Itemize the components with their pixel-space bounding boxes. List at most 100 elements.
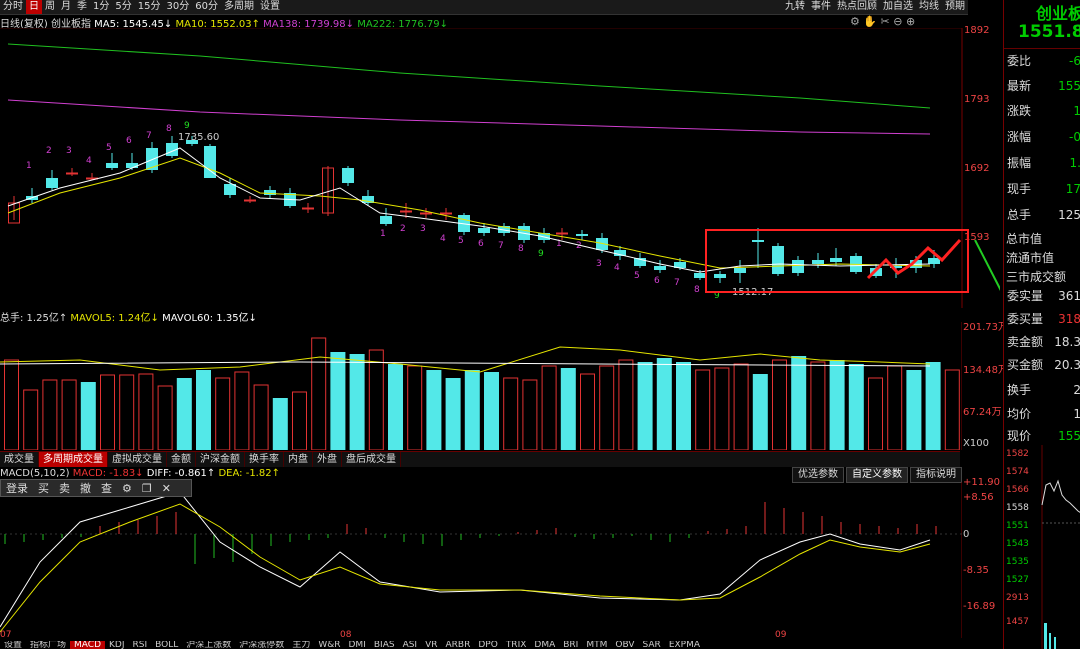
btn-moving-average[interactable]: 均线 bbox=[916, 0, 942, 14]
candle-body bbox=[654, 266, 666, 270]
macd-histogram bbox=[4, 502, 937, 564]
macd-axis-856: +8.56 bbox=[963, 492, 994, 503]
mini-axis: 1582 1574 1566 1558 1551 1543 1535 1527 … bbox=[1006, 449, 1029, 627]
vtab-volume[interactable]: 成交量 bbox=[0, 452, 39, 467]
candle-body bbox=[146, 148, 158, 170]
login-button[interactable]: 登录 bbox=[1, 480, 33, 496]
btn-forecast[interactable]: 预期 bbox=[942, 0, 968, 14]
tab-15min[interactable]: 15分 bbox=[135, 0, 164, 14]
volume-bar bbox=[868, 377, 883, 450]
tab-settings[interactable]: 设置 bbox=[257, 0, 283, 14]
vtab-outer[interactable]: 外盘 bbox=[313, 452, 342, 467]
query-button[interactable]: 查 bbox=[96, 480, 117, 496]
btab-mtm[interactable]: MTM bbox=[582, 641, 611, 649]
btab-dmi[interactable]: DMI bbox=[345, 641, 370, 649]
candle-body bbox=[66, 172, 78, 175]
macd-axis-1190: +11.90 bbox=[963, 477, 1001, 488]
tab-intraday[interactable]: 分时 bbox=[0, 0, 26, 14]
gear-icon[interactable]: ⚙ bbox=[117, 482, 137, 495]
tab-month[interactable]: 月 bbox=[58, 0, 74, 14]
volume-bar bbox=[695, 369, 711, 450]
btn-nine-turn[interactable]: 九转 bbox=[782, 0, 808, 14]
volume-bar bbox=[23, 389, 39, 450]
volume-bar bbox=[368, 349, 384, 450]
btab-boll[interactable]: BOLL bbox=[151, 641, 182, 649]
vtab-inner[interactable]: 内盘 bbox=[284, 452, 313, 467]
volume-bar bbox=[791, 356, 807, 450]
tab-60min[interactable]: 60分 bbox=[192, 0, 221, 14]
indicator-help-button[interactable]: 指标说明 bbox=[910, 467, 962, 483]
tab-1min[interactable]: 1分 bbox=[90, 0, 112, 14]
candle-body bbox=[440, 212, 452, 215]
btab-vr[interactable]: VR bbox=[421, 641, 441, 649]
btab-bias[interactable]: BIAS bbox=[370, 641, 399, 649]
btab-rsi[interactable]: RSI bbox=[129, 641, 152, 649]
nine-turn-digit: 7 bbox=[674, 278, 680, 288]
btab-obv[interactable]: OBV bbox=[611, 641, 638, 649]
optimal-params-button[interactable]: 优选参数 bbox=[792, 467, 844, 483]
btab-sar[interactable]: SAR bbox=[639, 641, 665, 649]
overlay-tooltip: 总市值 流通市值 三市成交额 bbox=[1006, 230, 1080, 288]
vtab-multi-volume[interactable]: 多周期成交量 bbox=[39, 452, 108, 467]
btab-limit-up[interactable]: 沪深涨停数 bbox=[235, 641, 288, 649]
btab-trix[interactable]: TRIX bbox=[502, 641, 531, 649]
cancel-order-button[interactable]: 撤 bbox=[75, 480, 96, 496]
btab-rise-count[interactable]: 沪深上涨数 bbox=[182, 641, 235, 649]
btab-kdj[interactable]: KDJ bbox=[105, 641, 129, 649]
candle-body bbox=[46, 178, 58, 188]
close-icon[interactable]: ✕ bbox=[157, 482, 176, 495]
tab-30min[interactable]: 30分 bbox=[163, 0, 192, 14]
quote-row-amplitude: 振幅 1. bbox=[1007, 156, 1080, 170]
chart-tools-icons[interactable]: ⚙ ✋ ✂ ⊖ ⊕ bbox=[850, 15, 915, 28]
nine-turn-digit: 5 bbox=[634, 271, 640, 281]
btab-expma[interactable]: EXPMA bbox=[665, 641, 704, 649]
macd-value: MACD: -1.83↓ bbox=[72, 468, 144, 479]
vtab-after-hours[interactable]: 盘后成交量 bbox=[342, 452, 401, 467]
btab-wr[interactable]: W&R bbox=[314, 641, 344, 649]
btab-main-force[interactable]: 主力 bbox=[288, 641, 314, 649]
tab-5min[interactable]: 5分 bbox=[112, 0, 134, 14]
volume-chart[interactable] bbox=[0, 322, 962, 450]
custom-params-button[interactable]: 自定义参数 bbox=[846, 467, 908, 483]
btab-asi[interactable]: ASI bbox=[399, 641, 422, 649]
quote-row-current-hand: 现手 17 bbox=[1007, 182, 1080, 196]
sell-button[interactable]: 卖 bbox=[54, 480, 75, 496]
vtab-sh-sz-amount[interactable]: 沪深金额 bbox=[196, 452, 245, 467]
index-title: 创业板 bbox=[1036, 4, 1080, 23]
btab-macd[interactable]: MACD bbox=[70, 641, 106, 649]
btab-dma[interactable]: DMA bbox=[530, 641, 559, 649]
vtab-virtual-volume[interactable]: 虚拟成交量 bbox=[108, 452, 167, 467]
quote-row-turnover: 换手 2 bbox=[1007, 383, 1080, 397]
price-axis-1793: 1793 bbox=[964, 94, 990, 105]
nine-turn-digit: 8 bbox=[518, 244, 524, 254]
vol-axis-unit: X100 bbox=[963, 438, 989, 449]
btn-add-watchlist[interactable]: 加自选 bbox=[880, 0, 916, 14]
macd-buttons: 优选参数 自定义参数 指标说明 bbox=[790, 467, 962, 483]
candle-body bbox=[126, 163, 138, 168]
volume-bar bbox=[253, 384, 269, 450]
volume-bar bbox=[848, 364, 864, 450]
btn-hotspot-review[interactable]: 热点回顾 bbox=[834, 0, 880, 14]
buy-button[interactable]: 买 bbox=[33, 480, 54, 496]
vtab-amount[interactable]: 金额 bbox=[167, 452, 196, 467]
btab-bri[interactable]: BRI bbox=[559, 641, 582, 649]
volume-bar bbox=[887, 365, 903, 450]
tab-day[interactable]: 日 bbox=[26, 0, 42, 14]
btab-indicator-square[interactable]: 指标广场 bbox=[26, 641, 70, 649]
volume-bar bbox=[503, 377, 519, 450]
volume-bar bbox=[925, 362, 941, 450]
price-axis-1892: 1892 bbox=[964, 25, 990, 36]
btn-events[interactable]: 事件 bbox=[808, 0, 834, 14]
nine-turn-digit: 2 bbox=[46, 146, 52, 156]
tab-week[interactable]: 周 bbox=[42, 0, 58, 14]
volume-bar bbox=[714, 367, 730, 450]
tab-quarter[interactable]: 季 bbox=[74, 0, 90, 14]
macd-chart[interactable] bbox=[0, 482, 962, 638]
volume-bar bbox=[61, 379, 77, 450]
window-icon[interactable]: ❐ bbox=[137, 482, 157, 495]
btab-arbr[interactable]: ARBR bbox=[442, 641, 475, 649]
tab-multi-period[interactable]: 多周期 bbox=[221, 0, 257, 14]
btab-settings[interactable]: 设置 bbox=[0, 641, 26, 649]
vtab-turnover[interactable]: 换手率 bbox=[245, 452, 284, 467]
btab-dpo[interactable]: DPO bbox=[474, 641, 501, 649]
